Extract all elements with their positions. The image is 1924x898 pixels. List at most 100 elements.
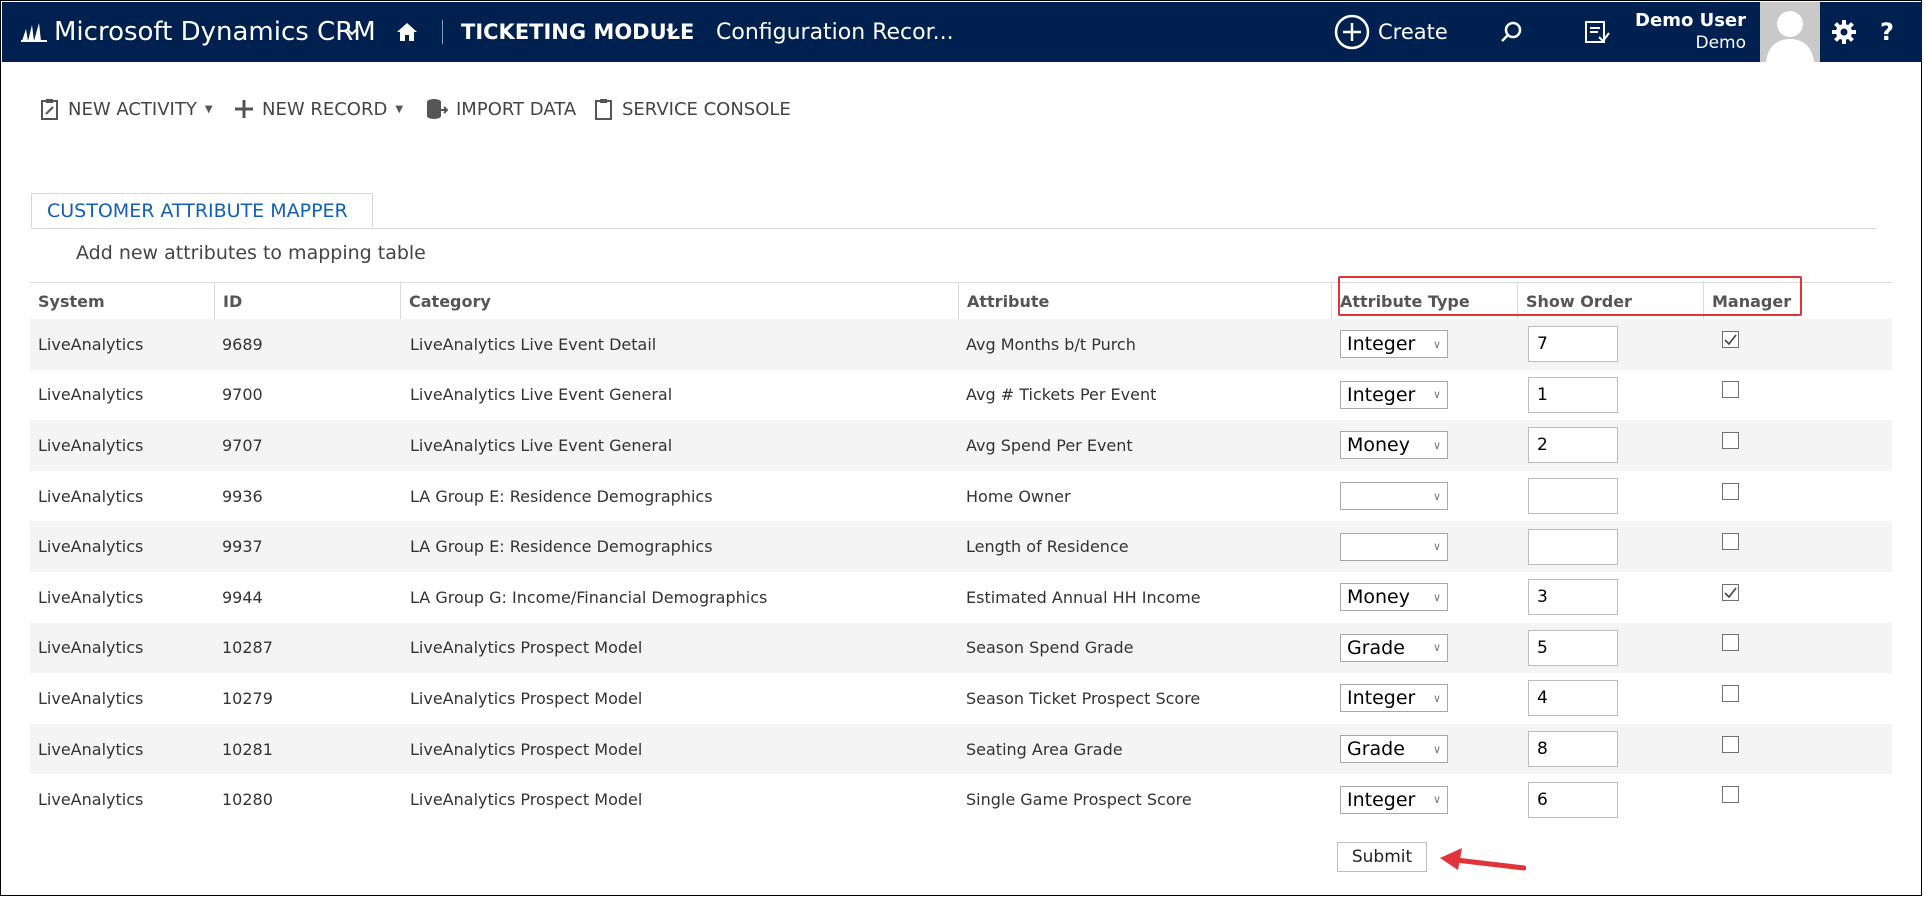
chevron-down-icon: ∨ xyxy=(1432,489,1441,503)
highlight-box xyxy=(1338,276,1802,316)
attribute-type-value: Integer xyxy=(1347,687,1416,710)
gear-icon[interactable] xyxy=(1831,2,1857,62)
cell-attribute: Avg Months b/t Purch xyxy=(966,334,1136,354)
manager-checkbox[interactable] xyxy=(1722,431,1739,449)
attribute-type-select[interactable]: Integer ∨ xyxy=(1340,684,1448,713)
cell-manager xyxy=(1714,724,1739,775)
show-order-input[interactable]: 7 xyxy=(1528,326,1618,363)
chevron-down-icon: ∨ xyxy=(1432,388,1441,402)
tab-customer-attribute-mapper[interactable]: CUSTOMER ATTRIBUTE MAPPER xyxy=(31,193,373,227)
chevron-down-icon[interactable] xyxy=(666,2,678,62)
attribute-type-select[interactable]: Integer ∨ xyxy=(1340,785,1448,814)
column-header-id[interactable]: ID xyxy=(214,283,400,319)
column-header-category[interactable]: Category xyxy=(400,283,958,319)
search-icon[interactable] xyxy=(1500,2,1524,62)
attribute-type-select[interactable]: Integer ∨ xyxy=(1340,330,1448,359)
show-order-input[interactable] xyxy=(1528,528,1618,565)
cell-id: 10281 xyxy=(222,739,273,759)
attribute-type-value: Integer xyxy=(1347,333,1416,356)
column-header-system[interactable]: System xyxy=(30,283,214,319)
attribute-type-select[interactable]: Money ∨ xyxy=(1340,431,1448,460)
create-button[interactable]: Create xyxy=(1378,2,1448,62)
help-icon[interactable]: ? xyxy=(1880,2,1894,62)
show-order-input[interactable]: 3 xyxy=(1528,579,1618,616)
manager-checkbox[interactable] xyxy=(1722,786,1739,804)
attribute-type-select[interactable]: ∨ xyxy=(1340,532,1448,561)
cell-category: LiveAnalytics Live Event Detail xyxy=(410,334,657,354)
cell-system: LiveAnalytics xyxy=(38,486,144,506)
manager-checkbox[interactable] xyxy=(1722,482,1739,500)
cell-category: LiveAnalytics Live Event General xyxy=(410,435,673,455)
cell-system: LiveAnalytics xyxy=(38,537,144,557)
chevron-down-icon: ∨ xyxy=(1432,793,1441,807)
new-record-button[interactable]: NEW RECORD ▼ xyxy=(234,94,403,124)
table-row: LiveAnalytics 9944 LA Group G: Income/Fina… xyxy=(30,572,1892,623)
new-activity-button[interactable]: NEW ACTIVITY ▼ xyxy=(40,94,213,124)
recent-records-icon[interactable] xyxy=(1584,2,1610,62)
manager-checkbox[interactable] xyxy=(1722,330,1739,348)
attribute-type-select[interactable]: Grade ∨ xyxy=(1340,633,1448,662)
current-record-title[interactable]: Configuration Recor... xyxy=(716,2,954,62)
cell-manager xyxy=(1714,471,1739,522)
show-order-input[interactable]: 5 xyxy=(1528,629,1618,666)
chevron-down-icon[interactable] xyxy=(346,2,358,62)
app-title[interactable]: Microsoft Dynamics CRM xyxy=(54,2,376,62)
cell-category: LA Group E: Residence Demographics xyxy=(410,486,713,506)
submit-button[interactable]: Submit xyxy=(1337,842,1427,872)
import-data-button[interactable]: IMPORT DATA xyxy=(426,94,576,124)
home-icon[interactable] xyxy=(396,2,418,62)
show-order-input[interactable]: 4 xyxy=(1528,680,1618,717)
cell-id: 10280 xyxy=(222,790,273,810)
cell-attribute-type: Integer ∨ xyxy=(1332,673,1448,724)
cell-show-order: 6 xyxy=(1520,774,1618,825)
manager-checkbox[interactable] xyxy=(1722,735,1739,753)
attribute-type-value: Grade xyxy=(1347,636,1405,659)
plus-circle-icon[interactable] xyxy=(1334,2,1370,62)
cell-show-order xyxy=(1520,521,1618,572)
table-row: LiveAnalytics 10281 LiveAnalytics Prospect… xyxy=(30,723,1892,775)
service-console-button[interactable]: SERVICE CONSOLE xyxy=(594,94,791,124)
chevron-down-icon: ∨ xyxy=(1432,337,1441,351)
table-row: LiveAnalytics 10287 LiveAnalytics Prospect… xyxy=(30,622,1892,674)
cell-attribute-type: Money ∨ xyxy=(1332,572,1448,623)
show-order-input[interactable]: 6 xyxy=(1528,781,1618,818)
cell-system: LiveAnalytics xyxy=(38,385,144,405)
show-order-input[interactable]: 8 xyxy=(1528,731,1618,768)
show-order-input[interactable] xyxy=(1528,478,1618,515)
cell-category: LiveAnalytics Prospect Model xyxy=(410,688,643,708)
table-row: LiveAnalytics 9700 LiveAnalytics Live Even… xyxy=(30,370,1892,421)
cell-category: LiveAnalytics Prospect Model xyxy=(410,638,643,658)
cell-manager xyxy=(1714,572,1739,623)
table-row: LiveAnalytics 10280 LiveAnalytics Prospect… xyxy=(30,774,1892,825)
cell-attribute: Length of Residence xyxy=(966,537,1129,557)
attribute-type-select[interactable]: ∨ xyxy=(1340,482,1448,511)
cell-category: LiveAnalytics Live Event General xyxy=(410,385,673,405)
manager-checkbox[interactable] xyxy=(1722,583,1739,601)
attribute-type-value: Money xyxy=(1347,586,1410,609)
cell-attribute-type: Money ∨ xyxy=(1332,420,1448,471)
cell-id: 10287 xyxy=(222,638,273,658)
manager-checkbox[interactable] xyxy=(1722,533,1739,551)
clipboard-edit-icon xyxy=(40,98,60,120)
cell-category: LiveAnalytics Prospect Model xyxy=(410,790,643,810)
table-row: LiveAnalytics 9936 LA Group E: Residence D… xyxy=(30,471,1892,522)
cell-manager xyxy=(1714,673,1739,724)
chevron-down-icon: ∨ xyxy=(1432,590,1441,604)
avatar[interactable] xyxy=(1760,2,1820,62)
module-selector[interactable]: TICKETING MODULE xyxy=(461,2,694,62)
column-header-attribute[interactable]: Attribute xyxy=(958,283,1331,319)
cell-show-order: 8 xyxy=(1520,724,1618,775)
attribute-type-select[interactable]: Grade ∨ xyxy=(1340,735,1448,764)
show-order-input[interactable]: 1 xyxy=(1528,376,1618,413)
manager-checkbox[interactable] xyxy=(1722,381,1739,399)
cell-system: LiveAnalytics xyxy=(38,334,144,354)
attribute-type-select[interactable]: Money ∨ xyxy=(1340,583,1448,612)
manager-checkbox[interactable] xyxy=(1722,684,1739,702)
service-console-label: SERVICE CONSOLE xyxy=(622,98,791,120)
user-info[interactable]: Demo User Demo xyxy=(1635,2,1746,62)
attribute-type-select[interactable]: Integer ∨ xyxy=(1340,380,1448,409)
show-order-input[interactable]: 2 xyxy=(1528,427,1618,464)
cell-system: LiveAnalytics xyxy=(38,739,144,759)
dynamics-logo-icon xyxy=(20,2,48,62)
manager-checkbox[interactable] xyxy=(1722,634,1739,652)
